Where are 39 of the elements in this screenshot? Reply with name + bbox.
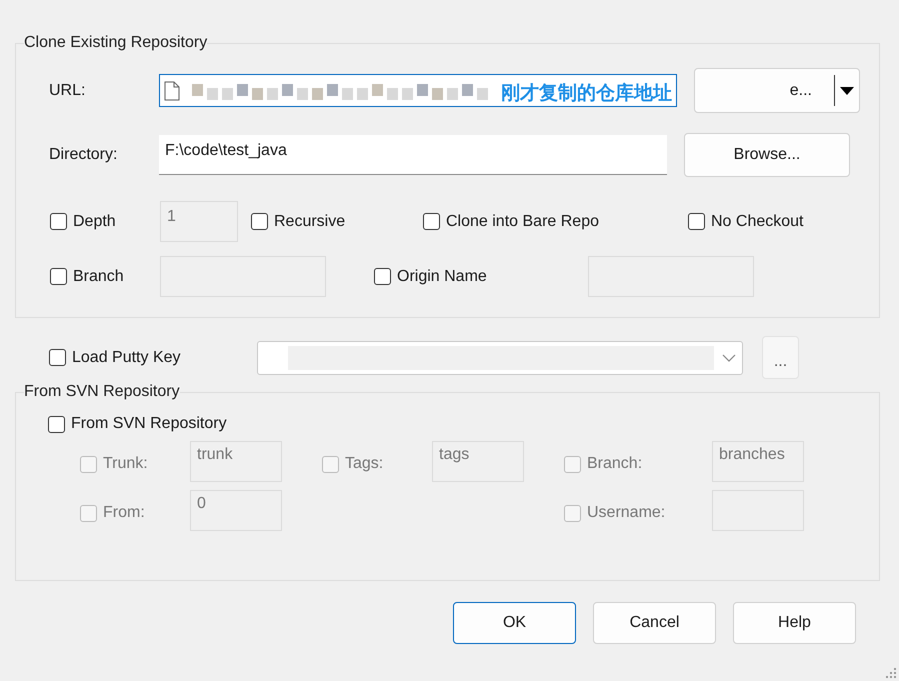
checkbox-label: From SVN Repository bbox=[71, 415, 227, 433]
directory-field[interactable]: F:\code\test_java bbox=[159, 135, 667, 175]
checkbox-label: From: bbox=[103, 504, 145, 522]
browse-key-button[interactable]: ... bbox=[762, 336, 799, 379]
group-title: Clone Existing Repository bbox=[24, 34, 208, 52]
checkbox-label: Username: bbox=[587, 504, 666, 522]
checkbox[interactable] bbox=[688, 213, 705, 230]
browse-dropdown-button[interactable]: e... bbox=[694, 68, 860, 113]
annotation-text: 刚才复制的仓库地址 bbox=[501, 82, 672, 106]
checkbox-label: Branch: bbox=[587, 455, 642, 473]
depth-field[interactable]: 1 bbox=[160, 201, 238, 242]
checkbox-label: Clone into Bare Repo bbox=[446, 212, 599, 230]
chevron-down-icon bbox=[722, 354, 736, 362]
browse-button[interactable]: Browse... bbox=[684, 133, 850, 177]
checkbox[interactable] bbox=[423, 213, 440, 230]
resize-grip-icon[interactable] bbox=[886, 668, 896, 678]
checkbox[interactable] bbox=[374, 268, 391, 285]
group-title: From SVN Repository bbox=[24, 383, 180, 401]
checkbox-label: No Checkout bbox=[711, 212, 804, 230]
file-icon bbox=[164, 80, 180, 100]
key-combo-box[interactable] bbox=[257, 340, 743, 374]
dropdown-arrow-icon bbox=[840, 86, 854, 94]
checkbox-label: Branch bbox=[73, 268, 124, 286]
checkbox-label: Depth bbox=[73, 212, 116, 230]
checkbox[interactable] bbox=[50, 268, 67, 285]
checkbox[interactable] bbox=[50, 213, 67, 230]
dialog-button[interactable]: OK bbox=[453, 602, 576, 644]
checkbox-label: Trunk: bbox=[103, 455, 148, 473]
dialog-button[interactable]: Help bbox=[733, 602, 856, 644]
checkbox[interactable] bbox=[251, 213, 268, 230]
field-label: URL: bbox=[48, 82, 86, 100]
checkbox[interactable] bbox=[49, 349, 66, 366]
checkbox-label: Origin Name bbox=[397, 268, 487, 286]
checkbox[interactable] bbox=[48, 416, 65, 432]
checkbox-label: Load Putty Key bbox=[72, 348, 181, 366]
field-label: Directory: bbox=[48, 146, 118, 164]
checkbox-label: Recursive bbox=[274, 212, 346, 230]
checkbox-label: Tags: bbox=[345, 455, 384, 473]
dialog-button[interactable]: Cancel bbox=[593, 602, 716, 644]
